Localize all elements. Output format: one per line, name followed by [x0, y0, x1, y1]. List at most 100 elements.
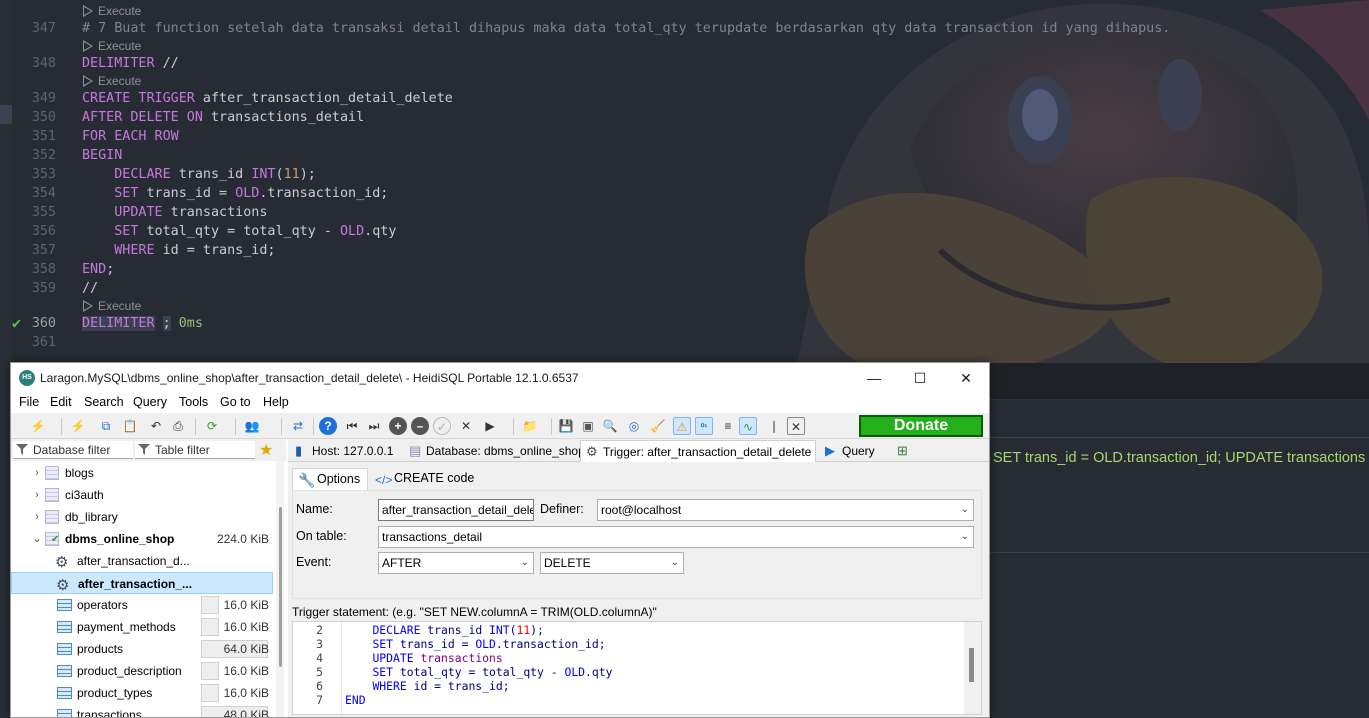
tree-item[interactable]: ⚙ after_transaction_d...	[11, 550, 273, 572]
save-icon[interactable]: 💾	[557, 417, 575, 435]
copy-icon[interactable]: ⧉	[97, 417, 115, 435]
database-tree[interactable]: › blogs › ci3auth › db_library ⌄ ✔ dbms_online_s…	[11, 461, 273, 717]
table-filter-input[interactable]: Table filter	[135, 441, 255, 459]
add-icon[interactable]: +	[389, 417, 407, 435]
tab-trigger[interactable]: ⚙ Trigger: after_transaction_detail_dele…	[580, 440, 816, 462]
statement-line[interactable]: 3 SET trans_id = OLD.transaction_id;	[293, 637, 963, 651]
cancel-icon[interactable]: ✕	[457, 417, 475, 435]
print-icon[interactable]: ⎙	[169, 417, 187, 435]
warnings-icon[interactable]: ⚠	[673, 417, 691, 435]
code-line[interactable]: 352 BEGIN	[0, 146, 1369, 165]
code-line[interactable]: 356 SET total_qty = total_qty - OLD.qty	[0, 222, 1369, 241]
menu-tools[interactable]: Tools	[179, 395, 208, 409]
favorites-star-icon[interactable]: ★	[259, 440, 273, 460]
tree-item[interactable]: products 64.0 KiB	[11, 638, 273, 660]
code-line[interactable]: 359 //	[0, 279, 1369, 298]
statement-line[interactable]: 5 SET total_qty = total_qty - OLD.qty	[293, 665, 963, 679]
tree-scrollbar-thumb[interactable]	[279, 507, 282, 667]
execute-codelens[interactable]: Execute	[83, 299, 141, 314]
statement-scrollbar-thumb[interactable]	[969, 648, 974, 682]
open-icon[interactable]: 📁	[521, 417, 539, 435]
event-select[interactable]: DELETE ⌄	[540, 552, 684, 574]
menu-query[interactable]: Query	[133, 395, 167, 409]
tree-item[interactable]: › ci3auth	[11, 484, 273, 506]
user-manager-icon[interactable]: 👥	[243, 417, 261, 435]
code-line[interactable]: 354 SET trans_id = OLD.transaction_id;	[0, 184, 1369, 203]
binary-icon[interactable]: ⁰¹	[695, 417, 713, 435]
timing-select[interactable]: AFTER ⌄	[378, 552, 534, 574]
disconnect-icon[interactable]: ⚡	[29, 417, 47, 435]
tab-options[interactable]: 🔧 Options	[292, 468, 368, 490]
code-line[interactable]: 357 WHERE id = trans_id;	[0, 241, 1369, 260]
replace-icon[interactable]: ◎	[625, 417, 643, 435]
tree-scrollbar[interactable]	[276, 461, 284, 717]
tree-item[interactable]: ⌄ ✔ dbms_online_shop 224.0 KiB	[11, 528, 273, 550]
last-icon[interactable]: ⏭	[365, 417, 383, 435]
tab-create-code[interactable]: </> CREATE code	[370, 468, 474, 490]
donate-button[interactable]: Donate	[859, 415, 983, 437]
maintenance-icon[interactable]: ⇄	[289, 417, 307, 435]
menu-goto[interactable]: Go to	[220, 395, 251, 409]
tab-query[interactable]: ▶ Query	[820, 440, 890, 462]
menu-search[interactable]: Search	[84, 395, 124, 409]
refresh-icon[interactable]: ⟳	[203, 417, 221, 435]
tree-item[interactable]: operators 16.0 KiB	[11, 594, 273, 616]
trigger-name-input[interactable]: after_transaction_detail_delete	[378, 499, 534, 521]
post-icon[interactable]: ✓	[433, 417, 451, 435]
statement-line[interactable]: 7 END	[293, 693, 963, 707]
menu-edit[interactable]: Edit	[50, 395, 72, 409]
statement-line[interactable]: 2 DECLARE trans_id INT(11);	[293, 623, 963, 637]
code-line[interactable]: 355 UPDATE transactions	[0, 203, 1369, 222]
tree-item[interactable]: product_types 16.0 KiB	[11, 682, 273, 704]
code-line[interactable]: 350 AFTER DELETE ON transactions_detail	[0, 108, 1369, 127]
database-filter-input[interactable]: Database filter	[13, 441, 133, 459]
maximize-button[interactable]: ☐	[897, 363, 943, 393]
statement-line[interactable]: 4 UPDATE transactions	[293, 651, 963, 665]
save-snippet-icon[interactable]: ▣	[579, 417, 597, 435]
run-icon[interactable]: ▶	[481, 417, 499, 435]
code-line[interactable]: 358 END;	[0, 260, 1369, 279]
delete-icon[interactable]: –	[411, 417, 429, 435]
chevron-right-icon[interactable]: ›	[31, 506, 43, 528]
menu-help[interactable]: Help	[263, 395, 289, 409]
tree-item[interactable]: product_description 16.0 KiB	[11, 660, 273, 682]
paste-icon[interactable]: 📋	[121, 417, 139, 435]
statement-line[interactable]: 6 WHERE id = trans_id;	[293, 679, 963, 693]
execute-codelens[interactable]: Execute	[83, 74, 141, 89]
single-query-icon[interactable]: ∿	[739, 417, 757, 435]
undo-icon[interactable]: ↶	[147, 417, 165, 435]
code-line[interactable]: 360 DELIMITER ; 0ms ✔	[0, 314, 1369, 333]
statement-scrollbar[interactable]	[964, 622, 981, 714]
tree-item[interactable]: payment_methods 16.0 KiB	[11, 616, 273, 638]
tab-host[interactable]: ▮ Host: 127.0.0.1	[290, 440, 400, 462]
on-table-select[interactable]: transactions_detail ⌄	[378, 526, 974, 548]
trigger-statement-editor[interactable]: 2 DECLARE trans_id INT(11); 3 SET trans_i…	[292, 621, 982, 715]
wrap-icon[interactable]: ≡	[719, 417, 737, 435]
code-line[interactable]: 361	[0, 333, 1369, 352]
tree-item[interactable]: › db_library	[11, 506, 273, 528]
find-icon[interactable]: 🔍	[601, 417, 619, 435]
chevron-right-icon[interactable]: ›	[31, 484, 43, 506]
help-icon[interactable]: ?	[319, 417, 337, 435]
menu-file[interactable]: File	[19, 395, 39, 409]
chevron-right-icon[interactable]: ›	[31, 462, 43, 484]
code-line[interactable]: 351 FOR EACH ROW	[0, 127, 1369, 146]
close-button[interactable]: ✕	[943, 363, 989, 393]
execute-codelens[interactable]: Execute	[83, 4, 141, 19]
tree-item[interactable]: transactions 48.0 KiB	[11, 704, 273, 717]
chevron-down-icon[interactable]: ⌄	[31, 528, 43, 550]
code-line[interactable]: 348 DELIMITER //	[0, 54, 1369, 73]
first-icon[interactable]: ⏮	[343, 417, 361, 435]
tab-database[interactable]: ▤ Database: dbms_online_shop	[404, 440, 585, 462]
clear-icon[interactable]: ❘	[765, 417, 783, 435]
code-line[interactable]: 349 CREATE TRIGGER after_transaction_deta…	[0, 89, 1369, 108]
code-line[interactable]: 353 DECLARE trans_id INT(11);	[0, 165, 1369, 184]
tree-item[interactable]: ⚙ after_transaction_...	[11, 572, 273, 594]
heidisql-window[interactable]: HS Laragon.MySQL\dbms_online_shop\after_…	[10, 362, 990, 718]
code-line[interactable]: 347 # 7 Buat function setelah data transa…	[0, 19, 1369, 38]
new-connection-icon[interactable]: ⚡	[69, 417, 87, 435]
tree-item[interactable]: › blogs	[11, 462, 273, 484]
minimize-button[interactable]: —	[851, 363, 897, 393]
new-query-tab-button[interactable]: ⊞	[892, 440, 914, 462]
execute-codelens[interactable]: Execute	[83, 39, 141, 54]
